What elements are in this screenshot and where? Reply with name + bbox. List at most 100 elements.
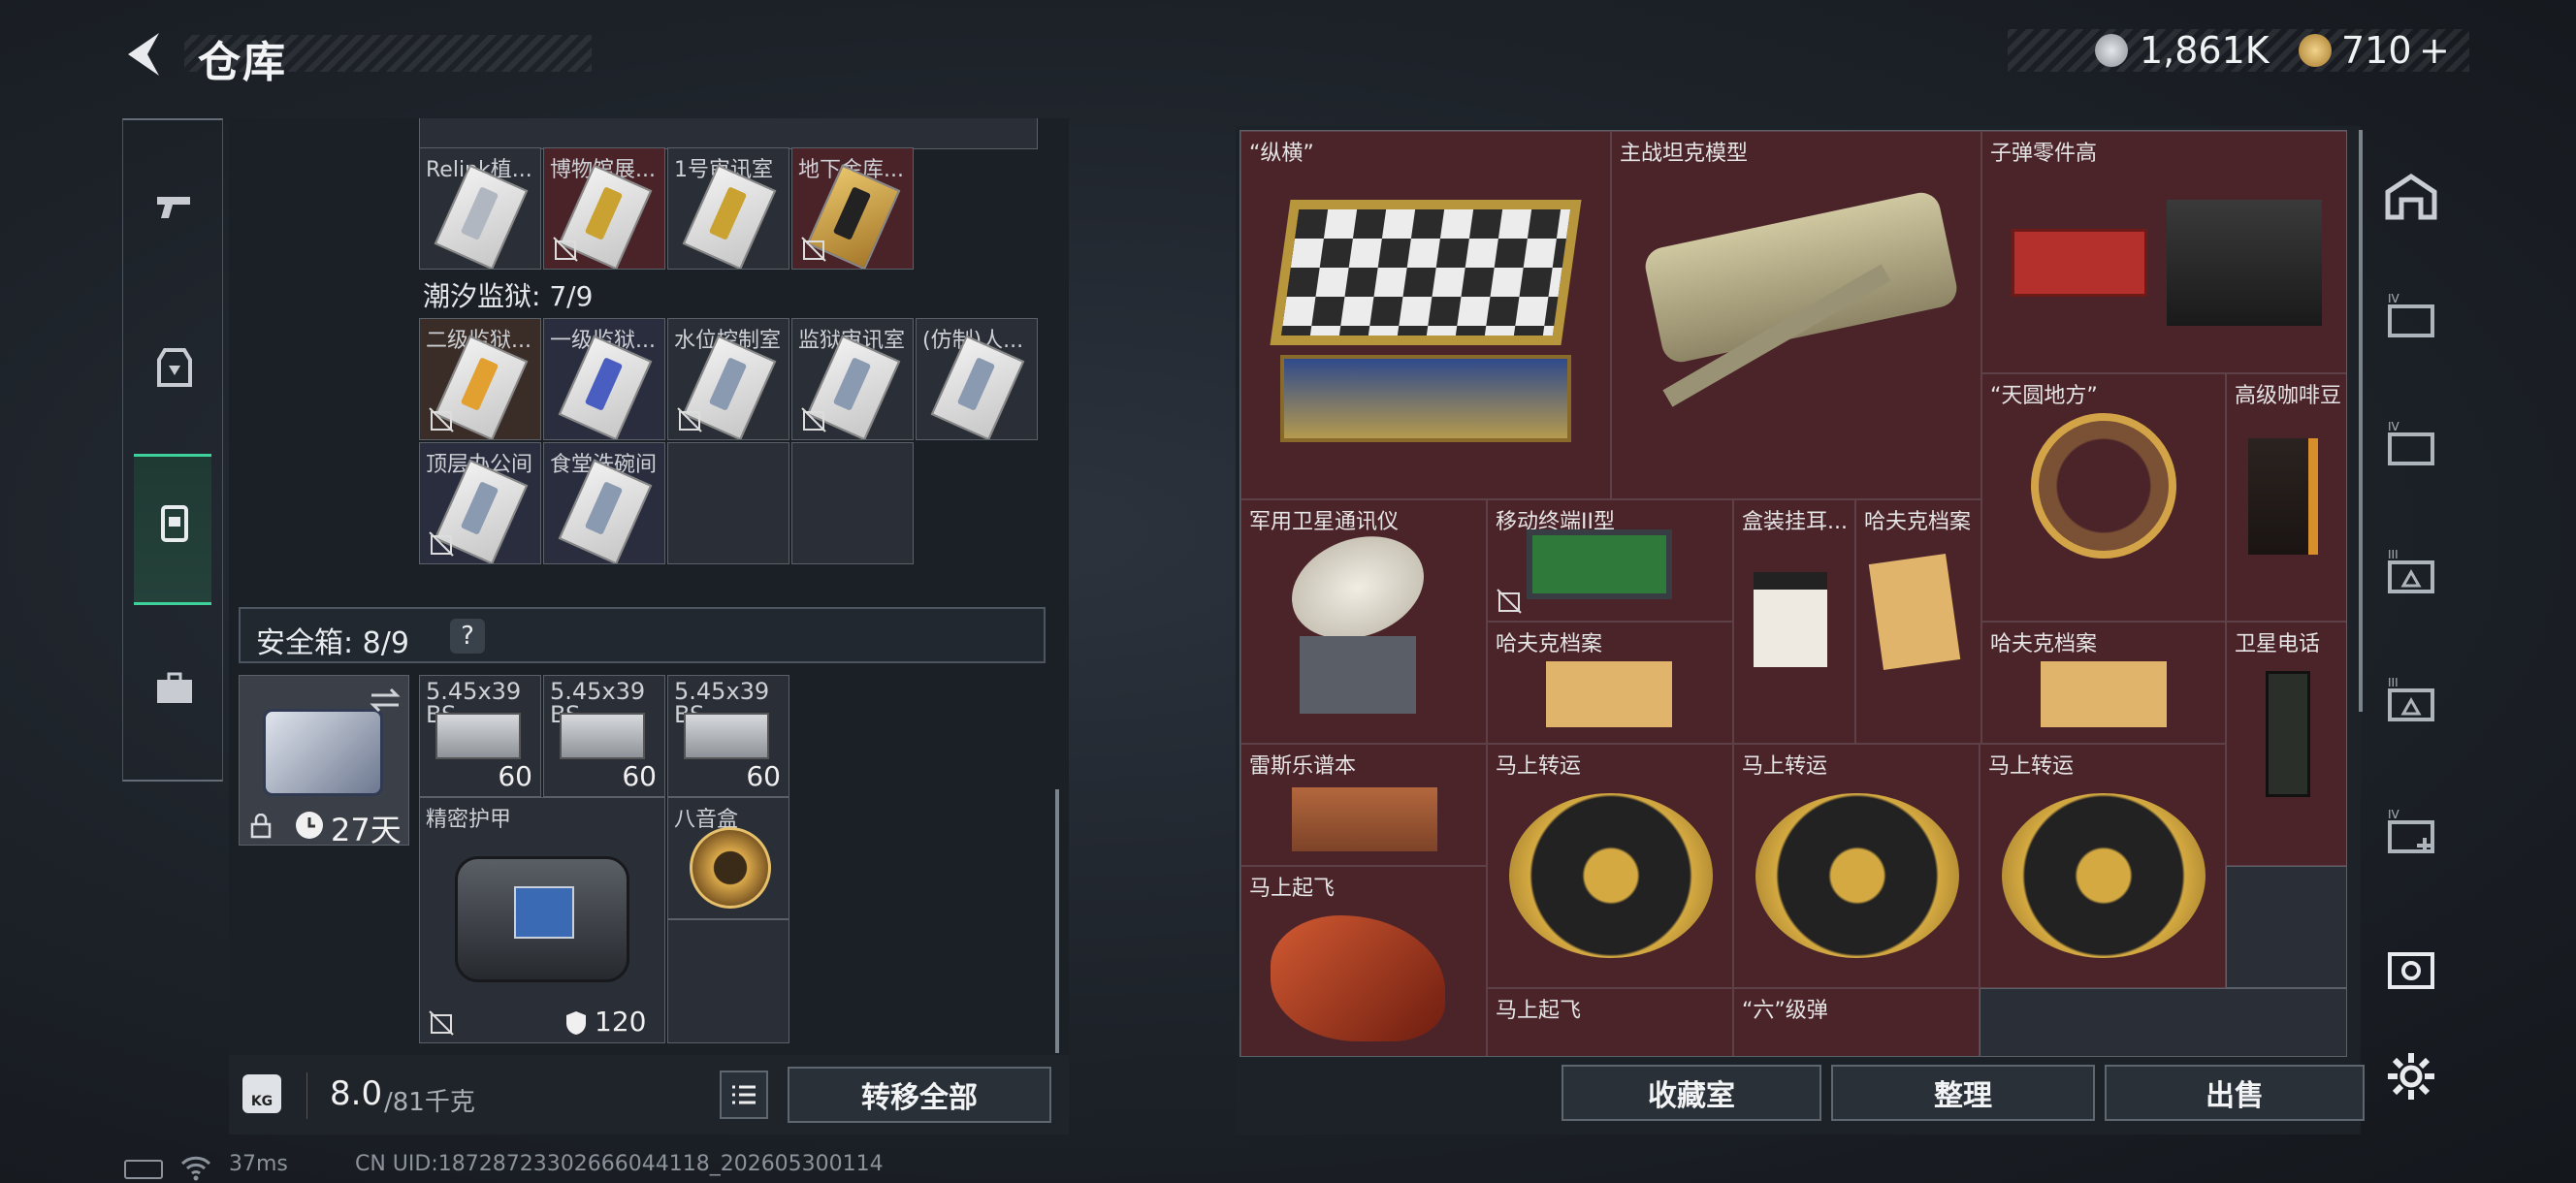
armor-panel (514, 886, 574, 939)
empty-slot[interactable] (1980, 988, 2346, 1056)
storage-tab-icon[interactable]: IV (2382, 805, 2440, 863)
scrollbar[interactable] (2359, 130, 2363, 712)
no-bind-icon (801, 237, 826, 262)
empty-slot[interactable] (667, 919, 789, 1043)
armor-slot[interactable]: 精密护甲 120 (419, 797, 665, 1043)
storage-tab-icon[interactable]: III (2382, 673, 2440, 731)
svg-text:III: III (2388, 676, 2399, 689)
red-horse-icon (1271, 915, 1445, 1041)
scrollbar[interactable] (1055, 789, 1059, 1053)
nav-backpack[interactable] (137, 485, 212, 560)
tank-icon (1641, 189, 1961, 366)
item-music-book[interactable]: 雷斯乐谱本 (1240, 744, 1487, 866)
safebox-header: 安全箱: 8/9 ? (239, 607, 1046, 663)
item-horse-coin[interactable]: 马上转运 (1733, 744, 1980, 988)
item-drip-coffee[interactable]: 盒装挂耳... (1733, 499, 1855, 744)
keycard-slot[interactable]: 监狱审讯室 (791, 318, 914, 440)
ammo-slot[interactable]: 5.45x39 BS 60 (419, 675, 541, 797)
coffee-box-icon (1754, 572, 1827, 667)
swap-icon[interactable] (368, 686, 402, 715)
keycard-slot[interactable]: 1号审讯室 (667, 147, 789, 270)
no-bind-icon (801, 407, 826, 432)
item-six-ammo[interactable]: “六”级弹 (1733, 988, 1980, 1056)
item-horse-coin[interactable]: 马上转运 (1487, 744, 1733, 988)
nav-armor[interactable] (137, 330, 212, 405)
folder-icon (1546, 661, 1672, 727)
ping-value: 37ms (229, 1152, 288, 1176)
ammo-box-icon (435, 713, 521, 759)
sell-button[interactable]: 出售 (2105, 1065, 2365, 1121)
music-box-slot[interactable]: 八音盒 (667, 797, 789, 919)
partial-row (419, 118, 1038, 149)
item-archive[interactable]: 哈夫克档案 (1855, 499, 1981, 744)
no-bind-icon (553, 237, 578, 262)
item-satellite-comm[interactable]: 军用卫星通讯仪 (1240, 499, 1487, 744)
nav-toolbox[interactable] (137, 650, 212, 725)
item-label: 哈夫克档案 (1496, 632, 1603, 656)
no-bind-icon (429, 407, 454, 432)
keycard-slot[interactable]: 顶层办公间 (419, 442, 541, 564)
settings-gear-icon[interactable] (2382, 1047, 2440, 1105)
pistol-icon (157, 197, 190, 218)
item-bullet-parts[interactable]: 子弹零件高 (1981, 131, 2346, 373)
item-armillary[interactable]: “天圆地方” (1981, 373, 2226, 622)
svg-text:IV: IV (2388, 292, 2400, 305)
item-satphone[interactable]: 卫星电话 (2226, 622, 2346, 866)
storage-tab-icon[interactable]: IV (2382, 417, 2440, 475)
keycard-slot[interactable]: 地下金库... (791, 147, 914, 270)
keycard-slot[interactable]: 一级监狱... (543, 318, 665, 440)
add-currency-button[interactable]: + (2419, 29, 2450, 72)
collection-room-button[interactable]: 收藏室 (1562, 1065, 1821, 1121)
item-chess[interactable]: “纵横” (1240, 131, 1611, 499)
safebox-timer: 27天 (331, 812, 402, 848)
left-category-nav (122, 118, 223, 782)
storage-tab-icon[interactable]: IV (2382, 289, 2440, 347)
list-view-button[interactable] (720, 1071, 768, 1119)
keycard-slot[interactable]: (仿制)人... (916, 318, 1038, 440)
horse-coin-icon (1509, 793, 1713, 958)
no-bind-icon (429, 531, 454, 557)
nav-weapon[interactable] (137, 169, 212, 244)
safebox-title: 安全箱: 8/9 (256, 626, 409, 660)
keycard-slot[interactable]: 博物馆展... (543, 147, 665, 270)
gold-coin-icon (2299, 34, 2332, 67)
keycard-slot[interactable]: 食堂洗碗间 (543, 442, 665, 564)
item-flying-horse[interactable]: 马上起飞 (1240, 866, 1487, 1056)
item-flying-horse[interactable]: 马上起飞 (1487, 988, 1733, 1056)
terminal-icon (1527, 529, 1672, 599)
item-label: 马上起飞 (1496, 999, 1582, 1023)
warehouse-icon[interactable] (2382, 169, 2440, 227)
armor-durability: 120 (595, 1006, 647, 1038)
battery-icon (124, 1160, 163, 1179)
help-button[interactable]: ? (450, 619, 485, 654)
ammo-slot[interactable]: 5.45x39 BS 60 (543, 675, 665, 797)
wifi-icon (180, 1156, 211, 1181)
item-coffee[interactable]: 高级咖啡豆 (2226, 373, 2346, 622)
item-archive[interactable]: 哈夫克档案 (1487, 622, 1733, 744)
item-archive[interactable]: 哈夫克档案 (1981, 622, 2226, 744)
expand-storage-icon[interactable] (2382, 941, 2440, 999)
safebox-container[interactable]: 27天 (239, 675, 409, 848)
ammo-box-icon (560, 713, 645, 759)
item-label: 马上起飞 (1249, 877, 1336, 901)
clock-icon (296, 812, 323, 839)
keycard-slot[interactable]: 水位控制室 (667, 318, 789, 440)
back-arrow-icon[interactable] (118, 27, 167, 81)
empty-slot[interactable] (2226, 866, 2346, 988)
organize-button[interactable]: 整理 (1831, 1065, 2095, 1121)
storage-tab-icon[interactable]: III (2382, 545, 2440, 603)
keycard-slot[interactable]: 二级监狱... (419, 318, 541, 440)
item-horse-coin[interactable]: 马上转运 (1980, 744, 2226, 988)
empty-slot[interactable] (791, 442, 914, 564)
transfer-all-button[interactable]: 转移全部 (788, 1067, 1051, 1123)
item-quantity: 60 (746, 760, 781, 792)
empty-slot[interactable] (667, 442, 789, 564)
item-tank[interactable]: 主战坦克模型 (1611, 131, 1981, 499)
ammo-slot[interactable]: 5.45x39 BS 60 (667, 675, 789, 797)
keycard-slot[interactable]: Relink植... (419, 147, 541, 270)
item-label: 盒装挂耳... (1742, 510, 1848, 534)
item-label: 军用卫星通讯仪 (1249, 510, 1400, 534)
horse-coin-icon (2002, 793, 2206, 958)
item-mobile-terminal[interactable]: 移动终端II型 (1487, 499, 1733, 622)
chess-base (1280, 355, 1571, 442)
